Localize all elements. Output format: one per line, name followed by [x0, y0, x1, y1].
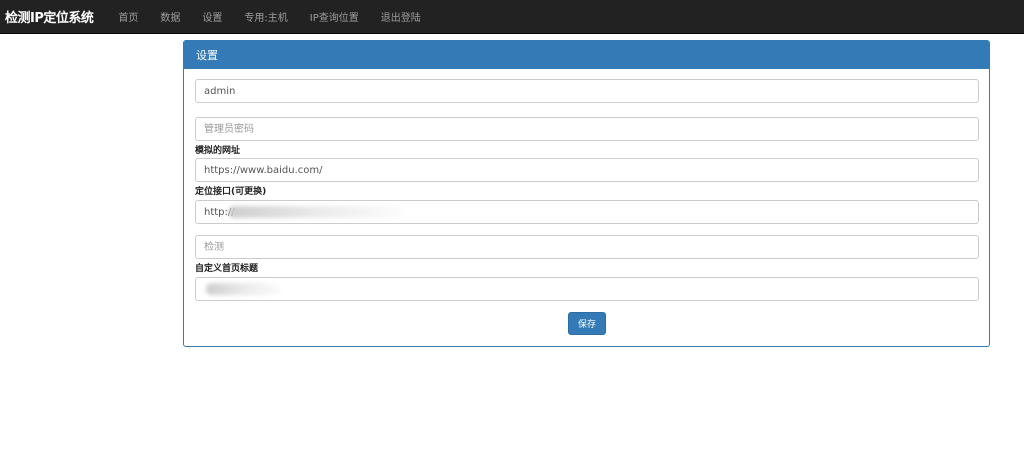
redacted-home-title: [206, 283, 281, 295]
nav-item-home[interactable]: 首页: [107, 9, 149, 24]
nav-item-settings[interactable]: 设置: [191, 9, 233, 24]
nav-item-host[interactable]: 专用:主机: [233, 9, 298, 24]
settings-panel: 设置 模拟的网址 定位接口(可更换) 自定义首页标题 保存: [183, 40, 990, 347]
detect-input[interactable]: [195, 235, 979, 259]
nav-item-ip-lookup[interactable]: IP查询位置: [299, 9, 370, 24]
locate-api-label: 定位接口(可更换): [195, 187, 267, 197]
home-title-input[interactable]: [195, 277, 979, 301]
nav-menu: 首页 数据 设置 专用:主机 IP查询位置 退出登陆: [107, 9, 431, 24]
home-title-label: 自定义首页标题: [195, 264, 259, 274]
username-input[interactable]: [195, 79, 979, 103]
admin-password-input[interactable]: [195, 117, 979, 141]
panel-title: 设置: [184, 41, 989, 69]
mock-url-label: 模拟的网址: [195, 146, 241, 156]
nav-item-logout[interactable]: 退出登陆: [370, 9, 432, 24]
top-navbar: 检测IP定位系统 首页 数据 设置 专用:主机 IP查询位置 退出登陆: [0, 0, 1024, 34]
nav-item-data[interactable]: 数据: [149, 9, 191, 24]
redacted-api-url: [228, 206, 403, 218]
mock-url-input[interactable]: [195, 158, 979, 182]
brand-title[interactable]: 检测IP定位系统: [0, 7, 107, 26]
save-button[interactable]: 保存: [568, 312, 606, 335]
